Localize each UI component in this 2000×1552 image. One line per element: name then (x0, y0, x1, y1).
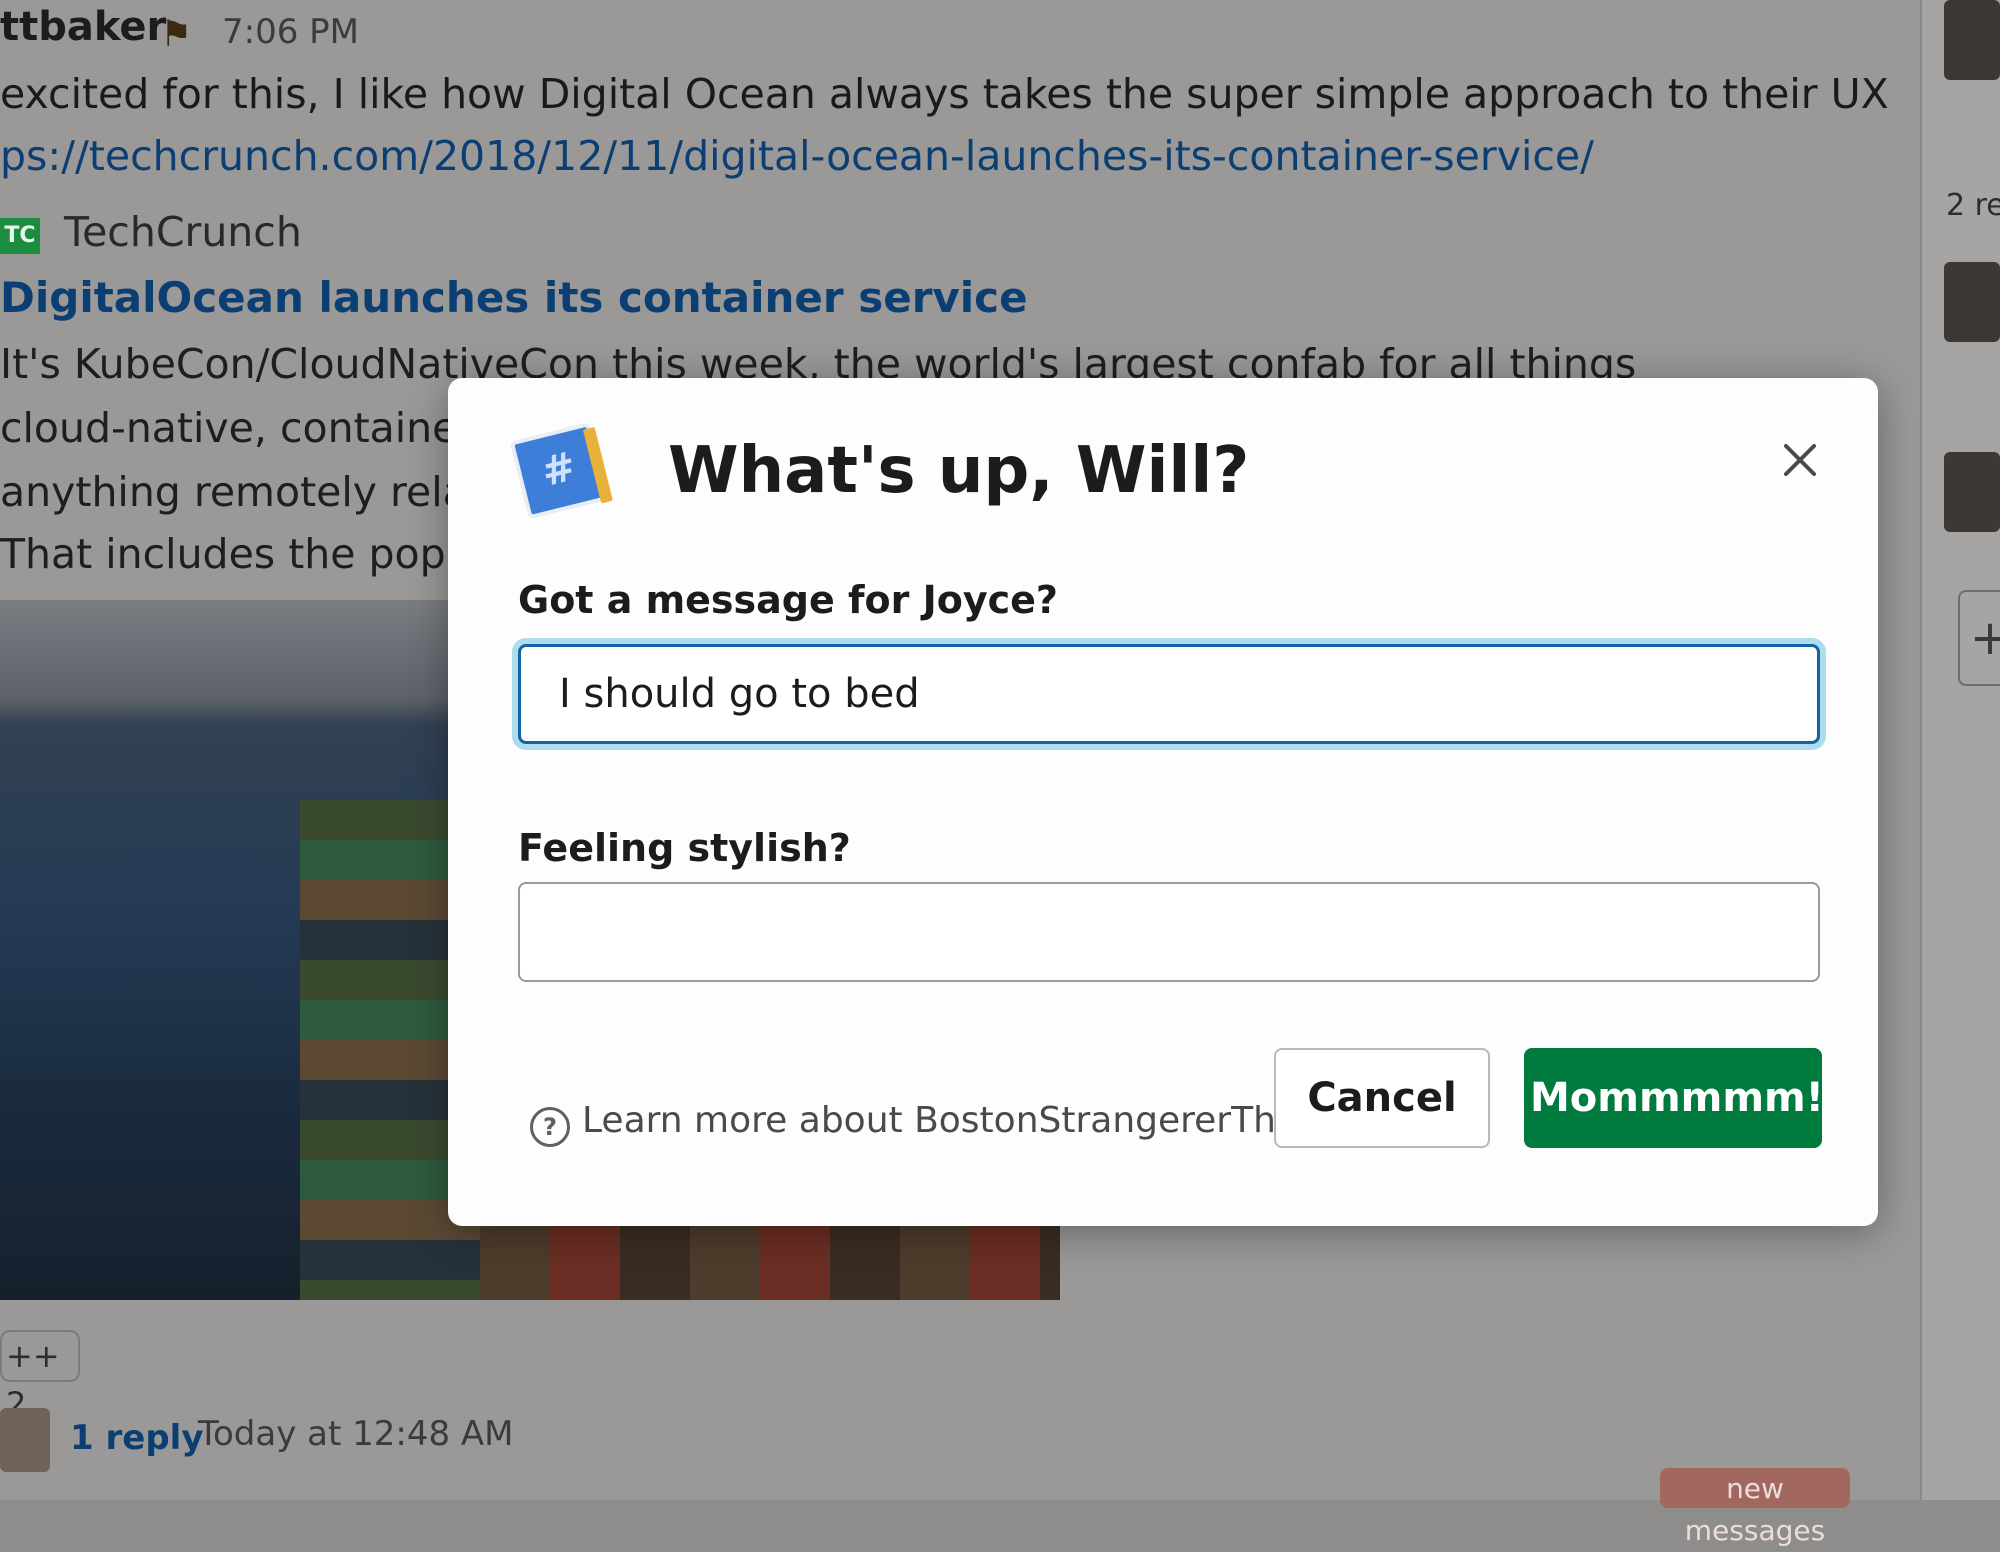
message-input[interactable] (518, 644, 1820, 744)
reaction-badge[interactable]: ++ 2 (0, 1330, 80, 1423)
avatar (1944, 452, 2000, 532)
thread-sidebar: 2 re + (1920, 0, 2000, 1500)
avatar (0, 1408, 50, 1472)
question-circle-icon[interactable]: ? (530, 1107, 570, 1147)
status-emoji-icon: ⚑ (160, 14, 193, 55)
message-text: excited for this, I like how Digital Oce… (0, 70, 1889, 118)
new-messages-banner[interactable]: new messages (1660, 1468, 1850, 1547)
message-timestamp[interactable]: 7:06 PM (222, 12, 359, 52)
message-author[interactable]: ttbaker (0, 4, 166, 50)
avatar (1944, 0, 2000, 80)
thread-reply-count[interactable]: 1 reply (70, 1418, 203, 1458)
preview-line: That includes the popul (0, 530, 484, 578)
preview-line: anything remotely relat (0, 468, 484, 516)
close-icon[interactable] (1768, 428, 1832, 492)
cancel-button[interactable]: Cancel (1274, 1048, 1490, 1148)
thread-replies-label[interactable]: 2 re (1946, 188, 2000, 223)
preview-site-name: TechCrunch (64, 208, 302, 256)
style-field-label: Feeling stylish? (518, 826, 851, 870)
help-link[interactable]: Learn more about BostonStrangererThings (582, 1100, 1350, 1141)
preview-line: cloud-native, container (0, 404, 475, 452)
dialog-title: What's up, Will? (668, 434, 1250, 508)
dialog-modal: # What's up, Will? Got a message for Joy… (448, 378, 1878, 1226)
thread-reply-time: Today at 12:48 AM (198, 1414, 514, 1454)
message-field-label: Got a message for Joyce? (518, 578, 1058, 622)
site-logo-icon: TC (0, 218, 40, 254)
add-icon[interactable]: + (1958, 590, 2000, 686)
slack-app-icon: # (509, 421, 615, 520)
submit-button[interactable]: Mommmmm! (1524, 1048, 1824, 1148)
message-link[interactable]: ps://techcrunch.com/2018/12/11/digital-o… (0, 132, 1594, 180)
style-input[interactable] (518, 882, 1820, 982)
preview-title[interactable]: DigitalOcean launches its container serv… (0, 273, 1028, 322)
avatar (1944, 262, 2000, 342)
